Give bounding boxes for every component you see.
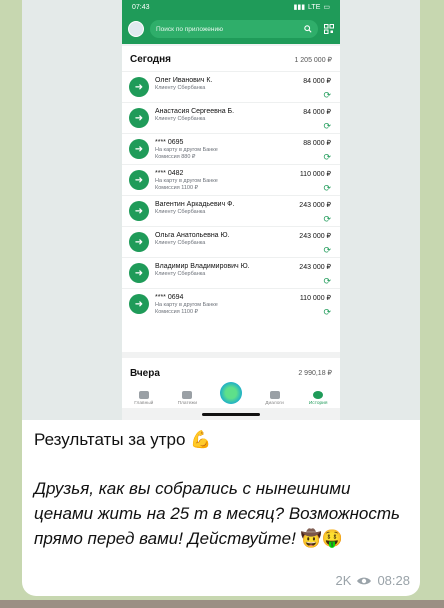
phone-screen: 07:43 ▮▮▮ LTE ▭ Поиск по приложению Сего…	[122, 0, 340, 420]
status-time: 07:43	[132, 3, 150, 11]
transaction-amount: 243 000 ₽	[299, 264, 331, 271]
transaction-amount: 84 000 ₽	[303, 78, 331, 85]
repeat-icon[interactable]: ⟳	[322, 277, 331, 286]
eye-icon	[357, 577, 372, 584]
chat-icon	[269, 391, 280, 399]
transaction-row[interactable]: ➜ **** 0694 На карту в другом Банке Комисси…	[122, 288, 340, 319]
bottom-tab-bar: Главный Платежи Диалоги История	[122, 378, 340, 408]
home-indicator	[202, 413, 260, 416]
transaction-amount: 84 000 ₽	[303, 109, 331, 116]
assistant-icon	[219, 382, 242, 404]
battery-icon: ▭	[323, 4, 330, 11]
status-bar: 07:43 ▮▮▮ LTE ▭	[122, 0, 340, 14]
message-title-text: Результаты за утро	[34, 430, 186, 449]
section-total-today: 1 205 000 ₽	[294, 57, 332, 64]
repeat-icon[interactable]: ⟳	[322, 153, 331, 162]
home-icon	[138, 391, 149, 399]
search-placeholder: Поиск по приложению	[156, 25, 223, 33]
message-meta: 2K 08:28	[336, 573, 410, 588]
tab-main[interactable]: Главный	[126, 391, 162, 406]
repeat-icon[interactable]: ⟳	[322, 308, 331, 317]
transaction-row[interactable]: ➜ Вагентин Аркадьевич Ф. Клиенту Сбербанка…	[122, 195, 340, 226]
network-label: LTE	[308, 3, 321, 11]
transaction-row[interactable]: ➜ Анастасия Сергеевна Б. Клиенту Сбербанка…	[122, 102, 340, 133]
transfer-icon: ➜	[129, 170, 149, 190]
tab-assistant[interactable]	[213, 382, 249, 406]
repeat-icon[interactable]: ⟳	[322, 122, 331, 131]
tab-label: Главный	[134, 401, 154, 406]
tab-history[interactable]: История	[300, 391, 336, 406]
tab-label: Платежи	[177, 401, 198, 406]
transfer-icon: ➜	[129, 108, 149, 128]
transaction-amount: 110 000 ₽	[299, 295, 331, 302]
message-body-text: Друзья, как вы собрались с нынешними цен…	[34, 479, 400, 548]
today-section: Сегодня 1 205 000 ₽ ➜ Олег Иванович К. Кли…	[122, 46, 340, 352]
app-header: Поиск по приложению	[122, 14, 340, 44]
search-icon	[304, 25, 312, 33]
signal-icon: ▮▮▮	[293, 4, 306, 11]
message-time: 08:28	[377, 573, 410, 588]
repeat-icon[interactable]: ⟳	[322, 246, 331, 255]
payments-icon	[182, 391, 193, 399]
repeat-icon[interactable]: ⟳	[322, 184, 331, 193]
transfer-icon: ➜	[129, 232, 149, 252]
transaction-row[interactable]: ➜ Олег Иванович К. Клиенту Сбербанка 84 000…	[122, 71, 340, 102]
transfer-icon: ➜	[129, 201, 149, 221]
transaction-list: ➜ Олег Иванович К. Клиенту Сбербанка 84 000…	[122, 71, 340, 319]
qr-scan-icon[interactable]	[324, 24, 334, 34]
money-emojis: 🤠🤑	[300, 529, 343, 548]
message-bubble[interactable]: 07:43 ▮▮▮ LTE ▭ Поиск по приложению Сего…	[22, 0, 420, 596]
section-total-yesterday: 2 990,18 ₽	[298, 370, 332, 377]
tab-payments[interactable]: Платежи	[169, 391, 205, 406]
transfer-icon: ➜	[129, 77, 149, 97]
transfer-icon: ➜	[129, 294, 149, 314]
next-message-preview	[0, 600, 444, 608]
repeat-icon[interactable]: ⟳	[322, 215, 331, 224]
tab-label: История	[308, 401, 328, 406]
transaction-amount: 110 000 ₽	[299, 171, 331, 178]
transaction-amount: 243 000 ₽	[299, 202, 331, 209]
section-title-today: Сегодня	[130, 54, 172, 65]
tab-label: Диалоги	[265, 401, 284, 406]
transfer-icon: ➜	[129, 139, 149, 159]
history-icon	[313, 391, 324, 399]
tab-dialogs[interactable]: Диалоги	[257, 391, 293, 406]
transaction-row[interactable]: ➜ **** 0482 На карту в другом Банке Комисси…	[122, 164, 340, 195]
attached-screenshot[interactable]: 07:43 ▮▮▮ LTE ▭ Поиск по приложению Сего…	[22, 0, 420, 420]
transfer-icon: ➜	[129, 263, 149, 283]
section-title-yesterday: Вчера	[130, 367, 160, 379]
message-title: Результаты за утро 💪	[34, 430, 410, 450]
transaction-amount: 88 000 ₽	[303, 140, 331, 147]
transaction-row[interactable]: ➜ Ольга Анатольевна Ю. Клиенту Сбербанка 24…	[122, 226, 340, 257]
message-text: Результаты за утро 💪 Друзья, как вы собр…	[34, 430, 410, 551]
repeat-icon[interactable]: ⟳	[322, 91, 331, 100]
view-count: 2K	[335, 573, 352, 588]
message-body: Друзья, как вы собрались с нынешними цен…	[34, 476, 410, 551]
transaction-row[interactable]: ➜ **** 0695 На карту в другом Банке Комисси…	[122, 133, 340, 164]
flexed-biceps-emoji: 💪	[190, 430, 212, 449]
transaction-amount: 243 000 ₽	[299, 233, 331, 240]
search-input[interactable]: Поиск по приложению	[150, 20, 318, 38]
status-indicators: ▮▮▮ LTE ▭	[293, 3, 330, 12]
transaction-row[interactable]: ➜ Владимир Владимирович Ю. Клиенту Сбербан…	[122, 257, 340, 288]
avatar[interactable]	[128, 21, 144, 37]
